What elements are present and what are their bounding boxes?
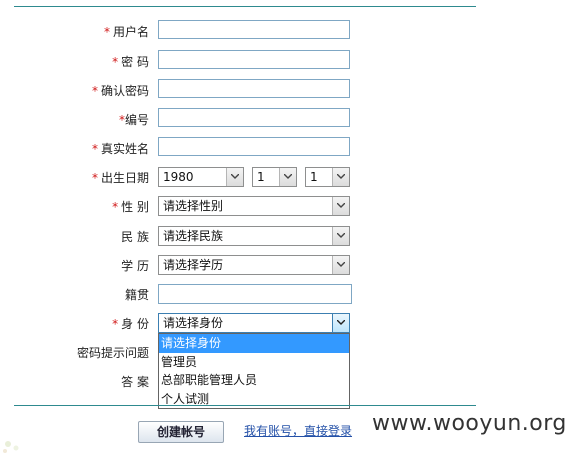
login-link[interactable]: 我有账号，直接登录 bbox=[244, 422, 352, 439]
password-input[interactable] bbox=[158, 50, 350, 69]
native-place-label: 籍贯 bbox=[124, 288, 149, 302]
answer-label: 答 案 bbox=[121, 375, 149, 389]
required-mark: * bbox=[103, 25, 110, 39]
dropdown-option[interactable]: 总部职能管理人员 bbox=[159, 371, 349, 390]
birth-date-label: * 出生日期 bbox=[91, 171, 149, 185]
birth-month-select[interactable]: 1 bbox=[252, 167, 297, 187]
chevron-down-icon[interactable] bbox=[332, 227, 349, 245]
identity-label: * 身 份 bbox=[112, 317, 149, 331]
required-mark: * bbox=[112, 55, 119, 69]
username-label: * 用户名 bbox=[103, 25, 149, 39]
birth-day-value: 1 bbox=[310, 170, 318, 184]
required-mark: * bbox=[112, 200, 119, 214]
bottom-divider bbox=[14, 405, 476, 406]
top-divider bbox=[14, 6, 476, 7]
required-mark: * bbox=[91, 84, 98, 98]
number-input[interactable] bbox=[158, 108, 350, 127]
dropdown-option[interactable]: 请选择身份 bbox=[159, 334, 349, 353]
birth-year-select[interactable]: 1980 bbox=[158, 167, 244, 187]
create-account-button[interactable]: 创建帐号 bbox=[138, 421, 224, 443]
chevron-down-icon[interactable] bbox=[279, 168, 296, 186]
birth-month-value: 1 bbox=[257, 170, 265, 184]
chevron-down-icon[interactable] bbox=[332, 197, 349, 215]
real-name-input[interactable] bbox=[158, 137, 350, 156]
ethnicity-select[interactable]: 请选择民族 bbox=[158, 226, 350, 246]
chevron-down-icon[interactable] bbox=[332, 256, 349, 274]
username-input[interactable] bbox=[158, 20, 350, 39]
required-mark: * bbox=[112, 317, 119, 331]
gender-label: * 性 别 bbox=[112, 200, 149, 214]
gender-select[interactable]: 请选择性别 bbox=[158, 196, 350, 216]
birth-year-value: 1980 bbox=[163, 170, 194, 184]
hint-question-label: 密码提示问题 bbox=[76, 346, 149, 360]
education-value: 请选择学历 bbox=[163, 258, 224, 272]
native-place-input[interactable] bbox=[158, 284, 352, 304]
ethnicity-label: 民 族 bbox=[121, 230, 149, 244]
birth-day-select[interactable]: 1 bbox=[305, 167, 350, 187]
required-mark: * bbox=[91, 142, 98, 156]
watermark: www.wooyun.org bbox=[372, 411, 567, 436]
identity-select[interactable]: 请选择身份 bbox=[158, 313, 350, 333]
chevron-down-icon[interactable] bbox=[332, 168, 349, 186]
identity-dropdown-list[interactable]: 请选择身份 管理员 总部职能管理人员 个人试测 bbox=[158, 333, 350, 409]
ethnicity-value: 请选择民族 bbox=[163, 229, 224, 243]
chevron-down-icon[interactable] bbox=[332, 314, 349, 332]
real-name-label: * 真实姓名 bbox=[91, 142, 149, 156]
confirm-password-label: * 确认密码 bbox=[91, 84, 149, 98]
password-label: * 密 码 bbox=[112, 55, 149, 69]
education-select[interactable]: 请选择学历 bbox=[158, 255, 350, 275]
chevron-down-icon[interactable] bbox=[226, 168, 243, 186]
dropdown-option[interactable]: 管理员 bbox=[159, 353, 349, 372]
education-label: 学 历 bbox=[121, 259, 149, 273]
decorative-flower-icon bbox=[3, 441, 19, 453]
required-mark: * bbox=[91, 171, 98, 185]
number-label: *编号 bbox=[118, 113, 149, 127]
identity-value: 请选择身份 bbox=[163, 316, 224, 330]
confirm-password-input[interactable] bbox=[158, 79, 350, 98]
gender-value: 请选择性别 bbox=[163, 199, 224, 213]
